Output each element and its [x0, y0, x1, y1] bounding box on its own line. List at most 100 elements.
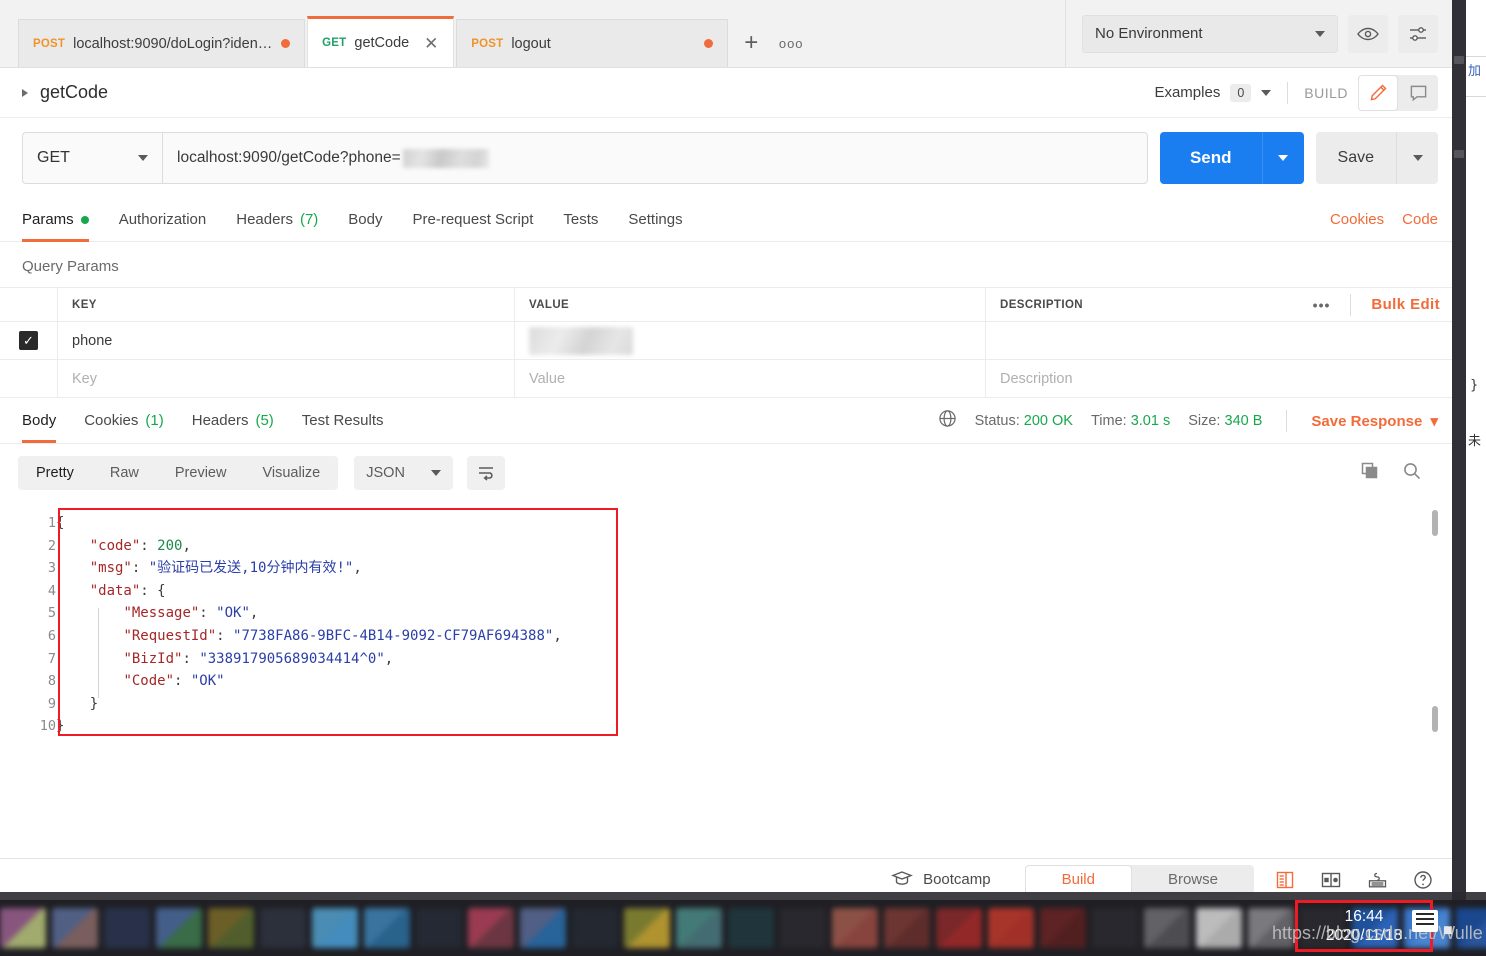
taskbar-icon[interactable]	[624, 908, 670, 948]
new-tab-button[interactable]: +	[730, 19, 772, 67]
response-tab-body[interactable]: Body	[22, 399, 57, 443]
taskbar-icon[interactable]	[520, 908, 566, 948]
row-value-cell[interactable]	[515, 322, 986, 359]
taskbar-icon[interactable]	[1456, 908, 1486, 948]
code-link[interactable]: Code	[1402, 211, 1438, 228]
close-icon[interactable]: ✕	[423, 35, 439, 52]
tab-headers[interactable]: Headers (7)	[236, 198, 318, 242]
save-button[interactable]: Save	[1315, 132, 1396, 184]
request-tab-1[interactable]: GET getCode ✕	[307, 16, 455, 67]
taskbar-icon[interactable]	[104, 908, 150, 948]
bootcamp-button[interactable]: Bootcamp	[891, 870, 991, 890]
globe-icon	[938, 409, 957, 432]
response-scrollbar[interactable]	[1432, 510, 1438, 850]
response-tab-cookies[interactable]: Cookies (1)	[84, 399, 164, 443]
build-toggle-button[interactable]: Build	[1024, 864, 1132, 895]
view-mode-preview[interactable]: Preview	[157, 456, 245, 490]
taskbar-icon[interactable]	[468, 908, 514, 948]
chevron-right-icon[interactable]	[22, 88, 28, 97]
tray-ime-indicator[interactable]: ■	[1443, 922, 1453, 940]
taskbar-icon[interactable]	[936, 908, 982, 948]
taskbar-icon[interactable]	[1196, 908, 1242, 948]
response-format-selector[interactable]: JSON	[354, 456, 453, 490]
http-method-selector[interactable]: GET	[22, 132, 162, 184]
taskbar-icon[interactable]	[1144, 908, 1190, 948]
wrap-lines-button[interactable]	[466, 456, 505, 490]
taskbar-icon[interactable]	[364, 908, 410, 948]
tab-settings[interactable]: Settings	[628, 198, 682, 242]
view-mode-visualize[interactable]: Visualize	[244, 456, 338, 490]
tray-notification-icon[interactable]	[1412, 910, 1438, 932]
row-checkbox[interactable]: ✓	[19, 331, 38, 350]
taskbar-icon[interactable]	[884, 908, 930, 948]
edit-button[interactable]	[1358, 74, 1398, 111]
tab-params[interactable]: Params	[22, 198, 89, 242]
response-tab-test-results[interactable]: Test Results	[302, 399, 384, 443]
view-mode-pretty[interactable]: Pretty	[18, 456, 92, 490]
response-body-code[interactable]: { "code": 200, "msg": "验证码已发送,10分钟内有效!",…	[56, 512, 1452, 738]
tab-pre-request-script[interactable]: Pre-request Script	[413, 198, 534, 242]
row-description-cell[interactable]	[986, 322, 1452, 359]
taskbar-icon[interactable]	[260, 908, 306, 948]
save-response-button[interactable]: Save Response ▾	[1311, 412, 1438, 430]
taskbar-icon[interactable]	[52, 908, 98, 948]
send-button[interactable]: Send	[1159, 132, 1262, 184]
new-value-input[interactable]: Value	[515, 360, 986, 397]
taskbar-icon[interactable]	[572, 908, 618, 948]
line-number: 9	[47, 695, 56, 712]
taskbar-icon[interactable]	[156, 908, 202, 948]
browse-toggle-button[interactable]: Browse	[1132, 865, 1254, 895]
table-options-button[interactable]: •••	[1313, 297, 1331, 313]
table-row[interactable]: ✓ phone	[0, 322, 1452, 360]
taskbar-icon[interactable]	[0, 908, 46, 948]
keyboard-shortcuts-icon[interactable]	[1362, 865, 1392, 895]
http-method-label: GET	[37, 149, 70, 166]
status-label: Status:	[974, 412, 1020, 429]
taskbar-icon[interactable]	[416, 908, 462, 948]
taskbar-icon[interactable]	[208, 908, 254, 948]
bulk-edit-button[interactable]: Bulk Edit	[1371, 296, 1440, 313]
save-options-button[interactable]	[1396, 132, 1438, 184]
tab-body[interactable]: Body	[348, 198, 382, 242]
environment-quick-look-button[interactable]	[1348, 14, 1388, 53]
send-options-button[interactable]	[1261, 132, 1304, 184]
request-tab-0[interactable]: POST localhost:9090/doLogin?identi...	[18, 19, 306, 67]
column-header-description-label: DESCRIPTION	[1000, 298, 1083, 311]
split-pane-icon[interactable]	[1316, 865, 1346, 895]
response-body-viewer[interactable]: 1 2 3 4 5 6 7 8 9 10 { "code": 200, "msg": "验证码已发…	[0, 502, 1452, 858]
tab-options-button[interactable]: ooo	[772, 19, 810, 67]
row-key-cell[interactable]: phone	[58, 322, 515, 359]
taskbar-icon[interactable]	[832, 908, 878, 948]
copy-icon[interactable]	[1360, 461, 1380, 486]
scrollbar-thumb-bottom[interactable]	[1432, 706, 1438, 732]
environment-settings-icon[interactable]	[1398, 14, 1438, 53]
taskbar-icon[interactable]	[1092, 908, 1138, 948]
view-mode-raw[interactable]: Raw	[92, 456, 157, 490]
help-icon[interactable]	[1408, 865, 1438, 895]
taskbar-icon[interactable]	[312, 908, 358, 948]
new-description-input[interactable]: Description	[986, 360, 1452, 397]
cookies-link[interactable]: Cookies	[1330, 211, 1384, 228]
search-icon[interactable]	[1402, 461, 1422, 486]
environment-selector[interactable]: No Environment	[1082, 14, 1338, 53]
tab-tests[interactable]: Tests	[563, 198, 598, 242]
tab-authorization[interactable]: Authorization	[119, 198, 207, 242]
tab-label: Settings	[628, 211, 683, 228]
url-input[interactable]: localhost:9090/getCode?phone=	[162, 132, 1148, 184]
taskbar-icon[interactable]	[988, 908, 1034, 948]
taskbar-icon[interactable]	[1040, 908, 1086, 948]
two-pane-view-icon[interactable]	[1270, 865, 1300, 895]
request-tab-2[interactable]: POST logout	[456, 19, 729, 67]
scrollbar-thumb-top[interactable]	[1432, 510, 1438, 536]
taskbar-icon[interactable]	[780, 908, 826, 948]
taskbar-icon[interactable]	[676, 908, 722, 948]
tab-method-label: POST	[33, 37, 66, 50]
chevron-down-icon[interactable]	[1261, 89, 1272, 96]
table-row-empty[interactable]: Key Value Description	[0, 360, 1452, 398]
new-key-input[interactable]: Key	[58, 360, 515, 397]
response-tab-headers[interactable]: Headers (5)	[192, 399, 274, 443]
comment-button[interactable]	[1398, 75, 1438, 111]
code-token: }	[89, 695, 99, 712]
taskbar-icon[interactable]	[1248, 908, 1294, 948]
taskbar-icon[interactable]	[728, 908, 774, 948]
